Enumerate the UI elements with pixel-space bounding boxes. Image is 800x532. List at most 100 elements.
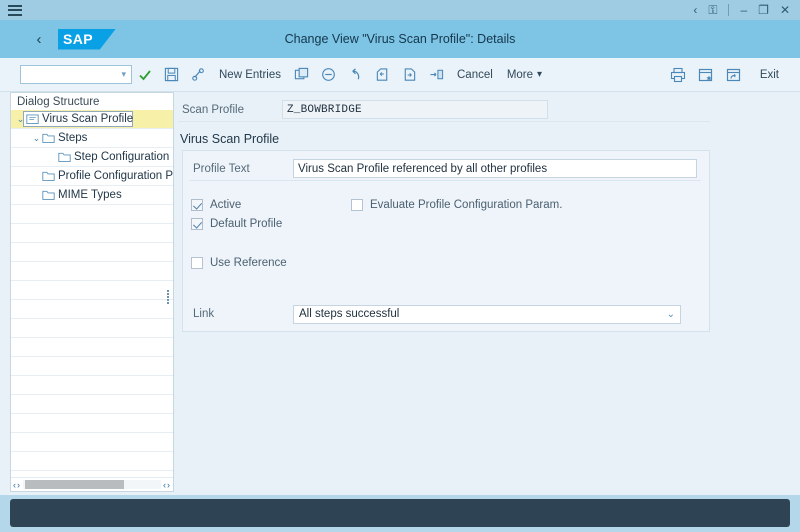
tree-item-mime-types[interactable]: MIME Types [11, 186, 173, 205]
group-title: Virus Scan Profile [180, 132, 279, 146]
confirm-button[interactable] [132, 63, 158, 87]
more-label: More [507, 69, 533, 81]
back-icon[interactable]: ‹ [693, 4, 697, 16]
tree-empty-row[interactable] [11, 300, 173, 319]
chevron-down-icon: ▾ [537, 69, 542, 80]
save-button[interactable] [158, 63, 185, 87]
scroll-thumb[interactable] [25, 480, 124, 489]
close-icon[interactable]: ✕ [780, 4, 790, 16]
tree-empty-row[interactable] [11, 262, 173, 281]
tree-horizontal-scrollbar[interactable]: ‹› ‹› [11, 477, 173, 491]
copy-button[interactable] [288, 63, 315, 87]
hamburger-icon[interactable] [8, 5, 22, 16]
window-controls: ‹ ⚿ – ❐ ✕ [693, 4, 800, 16]
link-row: Link All steps successful ⌄ [189, 303, 701, 325]
active-checkbox[interactable]: Active [191, 199, 241, 211]
tree-empty-row[interactable] [11, 452, 173, 471]
scroll-left-arrows-icon[interactable]: ‹› [11, 480, 23, 490]
chevron-down-icon[interactable]: ⌄ [15, 114, 26, 125]
virus-scan-profile-group: Profile Text Virus Scan Profile referenc… [182, 150, 710, 332]
checkbox-box [191, 199, 203, 211]
new-entries-label: New Entries [219, 69, 281, 81]
evaluate-param-checkbox-label: Evaluate Profile Configuration Param. [370, 199, 562, 211]
tree-item-virus-scan-profile[interactable]: ⌄ Virus Scan Profile [11, 110, 173, 129]
previous-entry-button[interactable] [369, 63, 396, 87]
cancel-button[interactable]: Cancel [450, 63, 500, 87]
more-menu-button[interactable]: More ▾ [500, 63, 549, 87]
tree-item-label: Step Configuration Param [74, 151, 173, 163]
profile-text-label: Profile Text [189, 163, 293, 175]
tree-empty-row[interactable] [11, 243, 173, 262]
tree-item-label: Virus Scan Profile [42, 113, 133, 125]
scan-profile-row: Scan Profile Z_BOWBRIDGE [178, 98, 710, 122]
scroll-track[interactable] [23, 480, 161, 489]
tree-empty-row[interactable] [11, 338, 173, 357]
os-title-bar: ‹ ⚿ – ❐ ✕ [0, 0, 800, 20]
sap-gui-window: ‹ ⚿ – ❐ ✕ ‹ SAP Change View "Virus Scan … [0, 0, 800, 532]
next-entry-button[interactable] [396, 63, 423, 87]
profile-text-row: Profile Text Virus Scan Profile referenc… [189, 157, 701, 181]
scroll-right-arrows-icon[interactable]: ‹› [161, 480, 173, 490]
link-dropdown[interactable]: All steps successful ⌄ [293, 305, 681, 324]
shell-bar: ‹ SAP Change View "Virus Scan Profile": … [0, 20, 800, 58]
tree-empty-row[interactable] [11, 414, 173, 433]
tree-empty-row[interactable] [11, 224, 173, 243]
tree-empty-row[interactable] [11, 205, 173, 224]
maximize-icon[interactable]: ❐ [758, 4, 769, 16]
default-profile-checkbox-label: Default Profile [210, 218, 282, 230]
new-session-button[interactable] [720, 63, 748, 87]
evaluate-param-checkbox-row: Evaluate Profile Configuration Param. [351, 199, 562, 211]
chevron-down-icon: ⌄ [667, 309, 675, 320]
checkbox-box [191, 257, 203, 269]
status-footer-bar [10, 499, 790, 527]
scan-profile-label: Scan Profile [178, 104, 282, 116]
link-dropdown-value: All steps successful [299, 308, 399, 320]
use-reference-checkbox[interactable]: Use Reference [191, 257, 287, 269]
dialog-structure-tree: Dialog Structure ⌄Virus Scan Profile⌄Ste… [10, 92, 174, 492]
chevron-down-icon: ▾ [121, 69, 126, 80]
select-layout-button[interactable] [423, 63, 450, 87]
link-label: Link [189, 308, 293, 320]
check-customizing-button[interactable] [185, 63, 212, 87]
page-title: Change View "Virus Scan Profile": Detail… [0, 32, 800, 46]
default-profile-checkbox-row: Default Profile [191, 218, 282, 230]
folder-icon [58, 151, 71, 163]
main-body: Dialog Structure ⌄Virus Scan Profile⌄Ste… [0, 92, 800, 495]
tree-item-step-configuration-param[interactable]: Step Configuration Param [11, 148, 173, 167]
tree-empty-row[interactable] [11, 433, 173, 452]
checkbox-box [351, 199, 363, 211]
tree-empty-row[interactable] [11, 395, 173, 414]
tree-item-steps[interactable]: ⌄Steps [11, 129, 173, 148]
default-profile-checkbox[interactable]: Default Profile [191, 218, 282, 230]
delete-button[interactable] [315, 63, 342, 87]
new-entries-button[interactable]: New Entries [212, 63, 288, 87]
command-field[interactable]: ▾ [20, 65, 132, 84]
profile-text-field[interactable]: Virus Scan Profile referenced by all oth… [293, 159, 697, 178]
tree-empty-row[interactable] [11, 471, 173, 477]
active-checkbox-label: Active [210, 199, 241, 211]
scan-profile-field[interactable]: Z_BOWBRIDGE [282, 100, 548, 119]
folder-icon [42, 132, 55, 144]
exit-label: Exit [760, 69, 779, 81]
tree-item-profile-configuration-param[interactable]: Profile Configuration Param [11, 167, 173, 186]
tree-empty-row[interactable] [11, 376, 173, 395]
panel-splitter-handle[interactable] [167, 290, 171, 304]
create-shortcut-button[interactable] [692, 63, 720, 87]
lock-icon[interactable]: ⚿ [708, 4, 717, 16]
tree-header-label: Dialog Structure [11, 93, 173, 110]
exit-button[interactable]: Exit [748, 63, 786, 87]
use-reference-checkbox-row: Use Reference [191, 257, 287, 269]
tree-empty-row[interactable] [11, 319, 173, 338]
tree-empty-row[interactable] [11, 357, 173, 376]
application-toolbar: ▾ New Entries [0, 58, 800, 92]
evaluate-profile-configuration-param-checkbox[interactable]: Evaluate Profile Configuration Param. [351, 199, 562, 211]
active-checkbox-row: Active [191, 199, 241, 211]
divider [728, 4, 729, 16]
print-button[interactable] [664, 63, 692, 87]
tree-empty-row[interactable] [11, 281, 173, 300]
detail-form: Scan Profile Z_BOWBRIDGE Virus Scan Prof… [178, 92, 800, 495]
chevron-down-icon[interactable]: ⌄ [31, 133, 42, 144]
undo-button[interactable] [342, 63, 369, 87]
use-reference-checkbox-label: Use Reference [210, 257, 287, 269]
minimize-icon[interactable]: – [740, 4, 747, 16]
